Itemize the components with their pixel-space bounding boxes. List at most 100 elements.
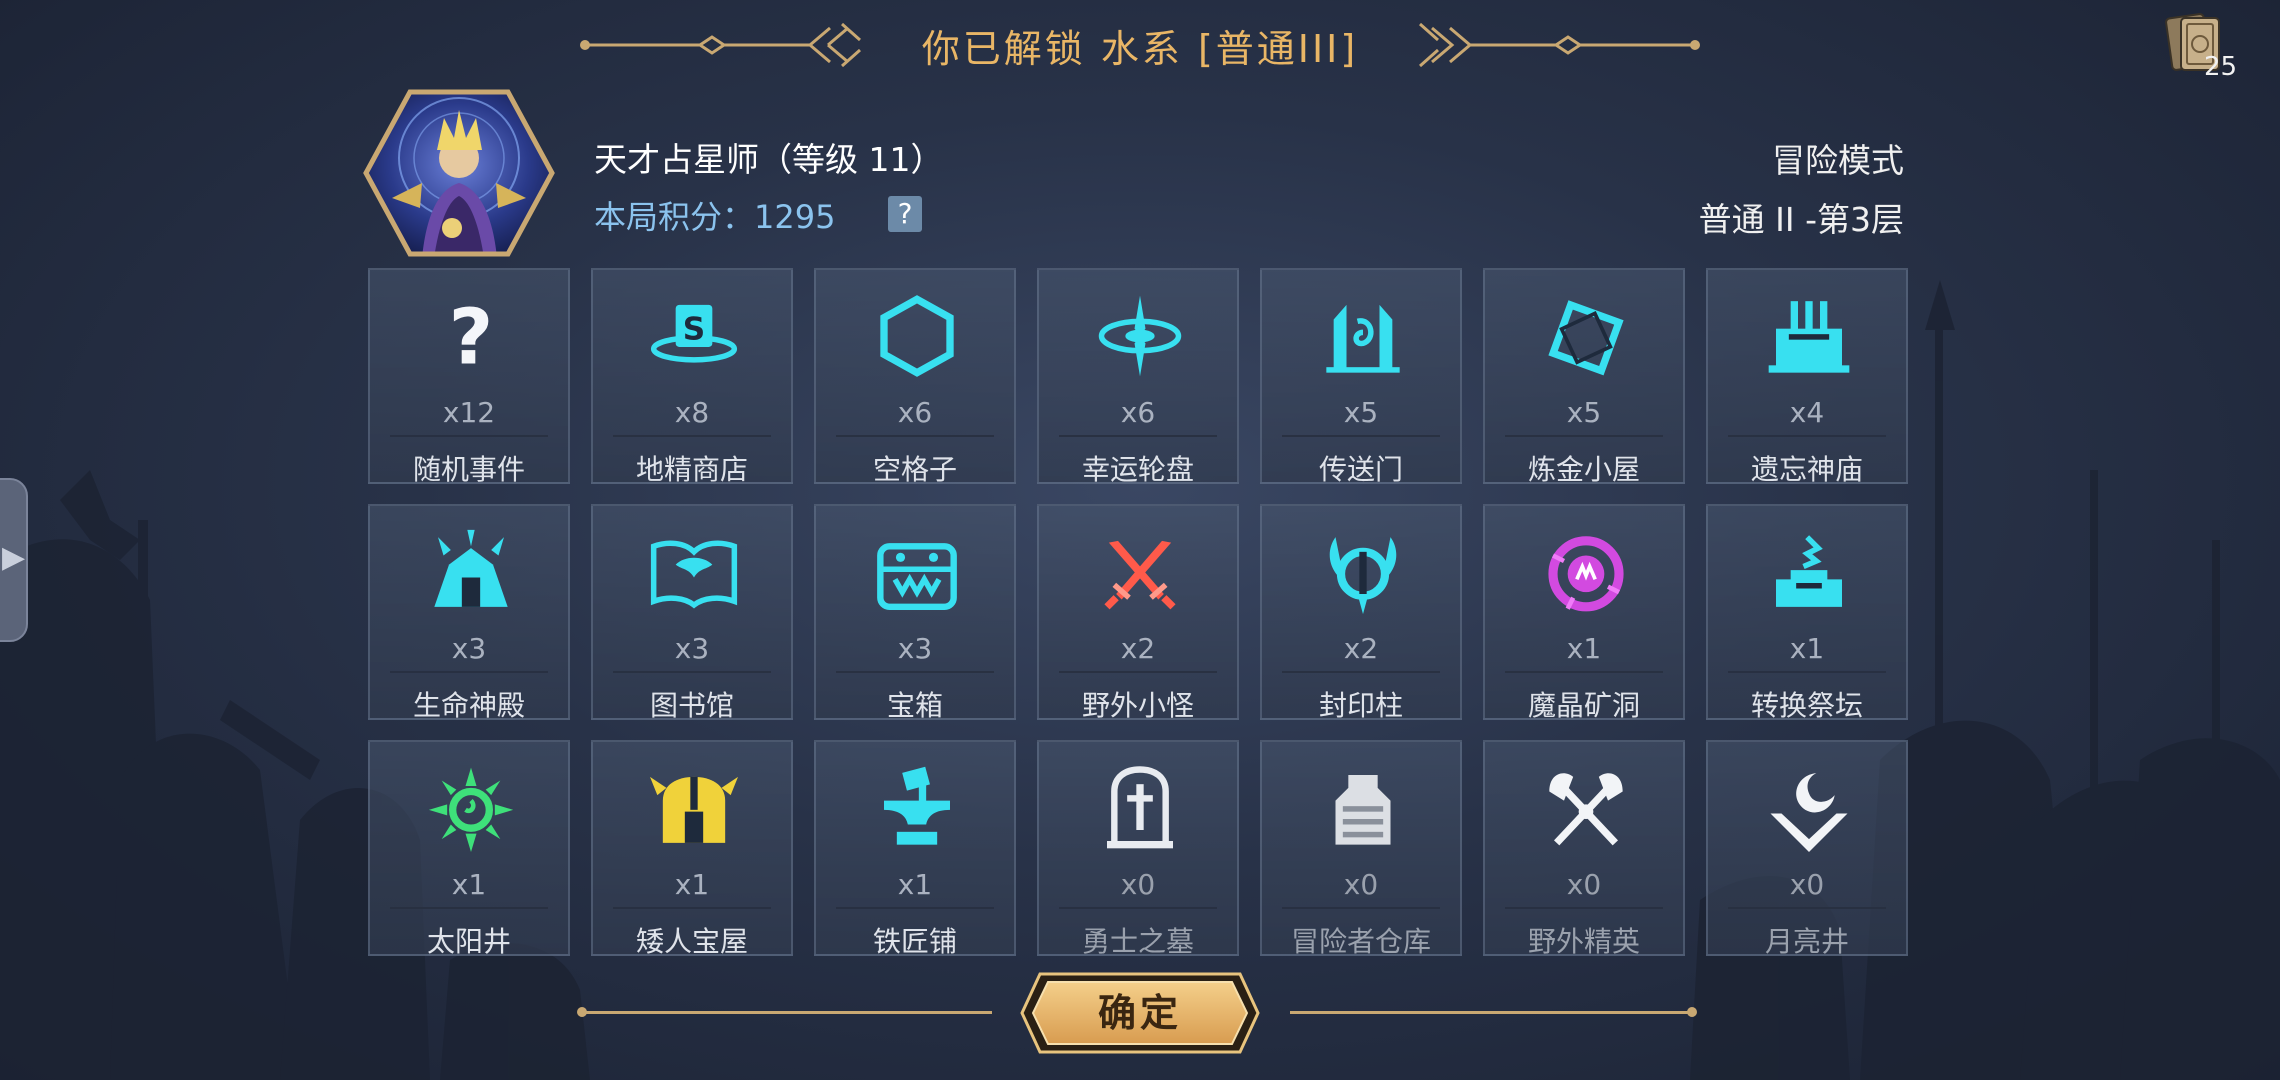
grid-cell[interactable]: x0 月亮井 <box>1706 740 1908 958</box>
seal-pillar-icon <box>1329 537 1397 615</box>
grid-cell-divider <box>390 907 548 909</box>
side-drawer-handle[interactable]: ▶ <box>0 478 28 642</box>
magic-crystal-mine-icon <box>1548 536 1624 612</box>
grid-cell-count: x6 <box>897 396 933 429</box>
round-score: 本局积分：1295 <box>594 198 836 236</box>
grid-cell-name: 矮人宝屋 <box>635 925 748 958</box>
sun-well-icon <box>428 767 514 852</box>
grid-cell[interactable]: x3 图书馆 <box>591 504 793 722</box>
grid-cell-divider <box>1282 671 1440 673</box>
score-help-button[interactable]: ? <box>888 196 922 232</box>
confirm-label: 确定 <box>1097 991 1182 1035</box>
grid-cell[interactable]: x2 野外小怪 <box>1037 504 1239 722</box>
grid-cell-count: x1 <box>674 868 710 901</box>
grid-cell[interactable]: x0 冒险者仓库 <box>1260 740 1462 958</box>
floor-label: 普通 II -第3层 <box>1698 200 1904 239</box>
grid-cell-divider <box>1059 435 1217 437</box>
grid-cell-count: x8 <box>674 396 710 429</box>
grid-cell-divider <box>1282 907 1440 909</box>
hexagon-icon <box>880 295 954 377</box>
grid-cell[interactable]: x2 封印柱 <box>1260 504 1462 722</box>
crossed-axes-icon <box>1549 773 1623 846</box>
player-name: 天才占星师（等级 11） <box>594 140 944 179</box>
adventurer-warehouse-icon <box>1335 775 1391 845</box>
grid-cell-divider <box>1505 671 1663 673</box>
grid-cell-count: x2 <box>1343 632 1379 665</box>
grid-cell[interactable]: x0 勇士之墓 <box>1037 740 1239 958</box>
grid-cell-divider <box>1505 435 1663 437</box>
grid-cell-name: 幸运轮盘 <box>1081 453 1194 486</box>
bottom-divider-right <box>1290 1011 1690 1014</box>
grid-cell-count: x1 <box>451 868 487 901</box>
grid-cell-name: 遗忘神庙 <box>1750 453 1863 486</box>
grid-cell-count: x3 <box>897 632 933 665</box>
grid-cell-name: 野外精英 <box>1527 925 1640 958</box>
grid-cell-count: x4 <box>1789 396 1825 429</box>
grid-cell-name: 勇士之墓 <box>1081 925 1194 958</box>
grid-cell-count: x1 <box>1789 632 1825 665</box>
grid-cell-count: x0 <box>1789 868 1825 901</box>
grid-cell[interactable]: x1 转换祭坛 <box>1706 504 1908 722</box>
grid-cell[interactable]: ? x12 随机事件 <box>368 268 570 486</box>
grid-cell[interactable]: x0 野外精英 <box>1483 740 1685 958</box>
grid-cell-divider <box>613 671 771 673</box>
transform-altar-icon <box>1776 535 1842 607</box>
player-avatar[interactable] <box>362 88 556 258</box>
game-mode-label: 冒险模式 <box>1772 141 1904 180</box>
grid-cell-divider <box>1059 907 1217 909</box>
forgotten-temple-icon <box>1768 301 1850 373</box>
grid-cell-name: 月亮井 <box>1764 925 1849 958</box>
grid-cell-name: 铁匠铺 <box>872 925 957 958</box>
grid-cell-divider <box>1505 907 1663 909</box>
grid-cell-divider <box>1728 435 1886 437</box>
grid-cell-name: 生命神殿 <box>412 689 525 722</box>
grid-cell-name: 炼金小屋 <box>1527 453 1640 486</box>
grid-cell[interactable]: x6 幸运轮盘 <box>1037 268 1239 486</box>
grid-cell-count: x2 <box>1120 632 1156 665</box>
grid-cell[interactable]: x5 炼金小屋 <box>1483 268 1685 486</box>
grid-cell-divider <box>1282 435 1440 437</box>
grid-cell[interactable]: x4 遗忘神庙 <box>1706 268 1908 486</box>
grid-cell[interactable]: x3 宝箱 <box>814 504 1016 722</box>
grid-cell[interactable]: x1 铁匠铺 <box>814 740 1016 958</box>
bottom-divider-left <box>582 1011 992 1014</box>
chevron-right-icon: ▶ <box>2 540 26 575</box>
grid-cell[interactable]: Sx8 地精商店 <box>591 268 793 486</box>
grid-cell-divider <box>613 435 771 437</box>
tombstone-icon <box>1107 766 1173 849</box>
grid-cell-name: 图书馆 <box>649 689 734 722</box>
grid-cell-divider <box>1728 907 1886 909</box>
grid-cell-count: x5 <box>1566 396 1602 429</box>
question-mark-icon: ? <box>449 294 494 381</box>
grid-cell[interactable]: x6 空格子 <box>814 268 1016 486</box>
svg-text:S: S <box>683 312 705 348</box>
divider-dot-right <box>1687 1007 1697 1017</box>
grid-cell[interactable]: x1 魔晶矿洞 <box>1483 504 1685 722</box>
grid-cell-divider <box>1059 671 1217 673</box>
library-book-icon <box>650 540 738 609</box>
goblin-shop-icon: S <box>650 304 738 363</box>
grid-cell-name: 野外小怪 <box>1081 689 1194 722</box>
grid-cell-count: x3 <box>451 632 487 665</box>
anvil-icon <box>884 766 950 845</box>
confirm-button[interactable]: 确定 <box>1020 970 1260 1056</box>
lucky-wheel-icon <box>1098 295 1182 377</box>
grid-cell-count: x12 <box>442 396 496 429</box>
grid-cell-count: x1 <box>897 868 933 901</box>
grid-cell-name: 魔晶矿洞 <box>1527 689 1640 722</box>
grid-cell-count: x5 <box>1343 396 1379 429</box>
grid-cell-name: 转换祭坛 <box>1750 689 1863 722</box>
grid-cell[interactable]: x1 矮人宝屋 <box>591 740 793 958</box>
svg-text:?: ? <box>449 294 494 381</box>
grid-cell[interactable]: x3 生命神殿 <box>368 504 570 722</box>
grid-cell-divider <box>390 671 548 673</box>
dwarf-treasure-house-icon <box>650 776 738 843</box>
grid-cell-divider <box>390 435 548 437</box>
grid-cell-name: 随机事件 <box>412 453 525 486</box>
grid-cell[interactable]: x5 传送门 <box>1260 268 1462 486</box>
grid-cell-name: 封印柱 <box>1318 689 1403 722</box>
alchemy-hut-icon <box>1548 300 1624 376</box>
banner-title: 你已解锁 水系 [普通III] <box>921 27 1359 71</box>
banner-ornament-right <box>1419 22 1700 68</box>
grid-cell[interactable]: x1 太阳井 <box>368 740 570 958</box>
